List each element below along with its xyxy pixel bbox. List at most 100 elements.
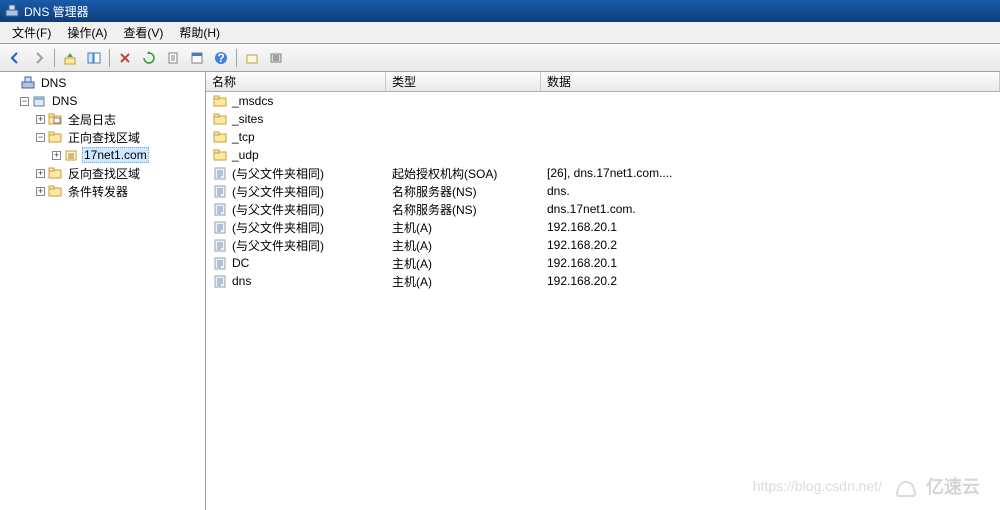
row-data: 192.168.20.2	[541, 238, 1000, 252]
filter-button[interactable]	[265, 47, 287, 69]
tree-conditional-forwarder[interactable]: + 条件转发器	[2, 182, 203, 200]
menu-action[interactable]: 操作(A)	[59, 22, 115, 43]
zone-icon	[63, 147, 79, 163]
forward-button[interactable]	[28, 47, 50, 69]
list-row[interactable]: DC主机(A)192.168.20.1	[206, 254, 1000, 272]
list-row[interactable]: _sites	[206, 110, 1000, 128]
properties-button[interactable]	[186, 47, 208, 69]
up-button[interactable]	[59, 47, 81, 69]
svg-text:?: ?	[217, 51, 224, 65]
help-button[interactable]: ?	[210, 47, 232, 69]
record-icon	[212, 219, 228, 235]
list-row[interactable]: (与父文件夹相同) 起始授权机构(SOA)[26], dns.17net1.com…	[206, 164, 1000, 182]
row-name: (与父文件夹相同)	[232, 201, 324, 218]
tree-reverse-zone[interactable]: + 反向查找区域	[2, 164, 203, 182]
list-row[interactable]: _udp	[206, 146, 1000, 164]
row-data: dns.	[541, 184, 1000, 198]
row-name: (与父文件夹相同)	[232, 237, 324, 254]
refresh-button[interactable]	[138, 47, 160, 69]
tree-domain-node[interactable]: + 17net1.com	[2, 146, 203, 164]
tree-global-log[interactable]: + 全局日志	[2, 110, 203, 128]
list-header: 名称 类型 数据	[206, 72, 1000, 92]
tree-label: 条件转发器	[66, 182, 130, 201]
row-data: dns.17net1.com.	[541, 202, 1000, 216]
collapse-icon[interactable]: −	[36, 133, 45, 142]
tree-label: 正向查找区域	[66, 128, 142, 147]
record-icon	[212, 255, 228, 271]
tree-forward-zone[interactable]: − 正向查找区域	[2, 128, 203, 146]
row-name: (与父文件夹相同)	[232, 219, 324, 236]
window-title: DNS 管理器	[24, 3, 89, 20]
toolbar: ?	[0, 44, 1000, 72]
folder-icon	[47, 183, 63, 199]
expand-icon[interactable]: +	[52, 151, 61, 160]
menu-help[interactable]: 帮助(H)	[171, 22, 228, 43]
menu-view[interactable]: 查看(V)	[115, 22, 171, 43]
row-name: (与父文件夹相同)	[232, 183, 324, 200]
column-name[interactable]: 名称	[206, 72, 386, 91]
toolbar-separator	[109, 49, 110, 67]
expand-icon[interactable]: +	[36, 115, 45, 124]
toolbar-separator	[54, 49, 55, 67]
list-row[interactable]: (与父文件夹相同) 名称服务器(NS)dns.	[206, 182, 1000, 200]
expand-icon[interactable]: +	[36, 187, 45, 196]
row-data: 192.168.20.1	[541, 220, 1000, 234]
menu-file[interactable]: 文件(F)	[4, 22, 59, 43]
row-data: 192.168.20.2	[541, 274, 1000, 288]
list-row[interactable]: (与父文件夹相同)主机(A)192.168.20.1	[206, 218, 1000, 236]
record-icon	[212, 165, 228, 181]
folder-icon	[47, 165, 63, 181]
list-row[interactable]: _msdcs	[206, 92, 1000, 110]
tree-panel[interactable]: DNS − DNS + 全局日志 − 正向查找区域 + 17net1.com +…	[0, 72, 206, 510]
list-row[interactable]: (与父文件夹相同) 主机(A)192.168.20.2	[206, 236, 1000, 254]
blank-expander	[6, 77, 18, 89]
row-name: _udp	[232, 148, 259, 162]
record-icon	[212, 237, 228, 253]
row-type: 名称服务器(NS)	[386, 201, 541, 218]
new-zone-button[interactable]	[241, 47, 263, 69]
delete-button[interactable]	[114, 47, 136, 69]
dns-root-icon	[20, 75, 36, 91]
column-type[interactable]: 类型	[386, 72, 541, 91]
folder-icon	[212, 129, 228, 145]
tree-label: DNS	[39, 75, 68, 91]
app-icon	[4, 3, 20, 19]
row-name: (与父文件夹相同)	[232, 165, 324, 182]
column-data[interactable]: 数据	[541, 72, 1000, 91]
row-type: 起始授权机构(SOA)	[386, 165, 541, 182]
folder-icon	[212, 147, 228, 163]
list-row[interactable]: (与父文件夹相同) 名称服务器(NS)dns.17net1.com.	[206, 200, 1000, 218]
tree-server-node[interactable]: − DNS	[2, 92, 203, 110]
folder-icon	[212, 111, 228, 127]
tree-label: 反向查找区域	[66, 164, 142, 183]
record-icon	[212, 183, 228, 199]
tree-label: 全局日志	[66, 110, 118, 129]
back-button[interactable]	[4, 47, 26, 69]
row-type: 主机(A)	[386, 237, 541, 254]
record-icon	[212, 273, 228, 289]
content-area: DNS − DNS + 全局日志 − 正向查找区域 + 17net1.com +…	[0, 72, 1000, 510]
show-hide-tree-button[interactable]	[83, 47, 105, 69]
row-type: 名称服务器(NS)	[386, 183, 541, 200]
server-icon	[31, 93, 47, 109]
record-icon	[212, 201, 228, 217]
menubar: 文件(F) 操作(A) 查看(V) 帮助(H)	[0, 22, 1000, 44]
export-button[interactable]	[162, 47, 184, 69]
log-folder-icon	[47, 111, 63, 127]
tree-root-dns[interactable]: DNS	[2, 74, 203, 92]
list-row[interactable]: _tcp	[206, 128, 1000, 146]
row-type: 主机(A)	[386, 273, 541, 290]
tree-label: DNS	[50, 93, 79, 109]
list-panel: 名称 类型 数据 _msdcs _sites _tcp _udp (与父文件夹相同) 起始…	[206, 72, 1000, 510]
row-data: 192.168.20.1	[541, 256, 1000, 270]
row-name: _msdcs	[232, 94, 273, 108]
row-type: 主机(A)	[386, 255, 541, 272]
list-row[interactable]: dns主机(A)192.168.20.2	[206, 272, 1000, 290]
list-body[interactable]: _msdcs _sites _tcp _udp (与父文件夹相同) 起始授权机构(SOA)…	[206, 92, 1000, 510]
row-name: _tcp	[232, 130, 255, 144]
row-data: [26], dns.17net1.com....	[541, 166, 1000, 180]
row-name: _sites	[232, 112, 263, 126]
expand-icon[interactable]: +	[36, 169, 45, 178]
tree-label: 17net1.com	[82, 147, 149, 163]
collapse-icon[interactable]: −	[20, 97, 29, 106]
